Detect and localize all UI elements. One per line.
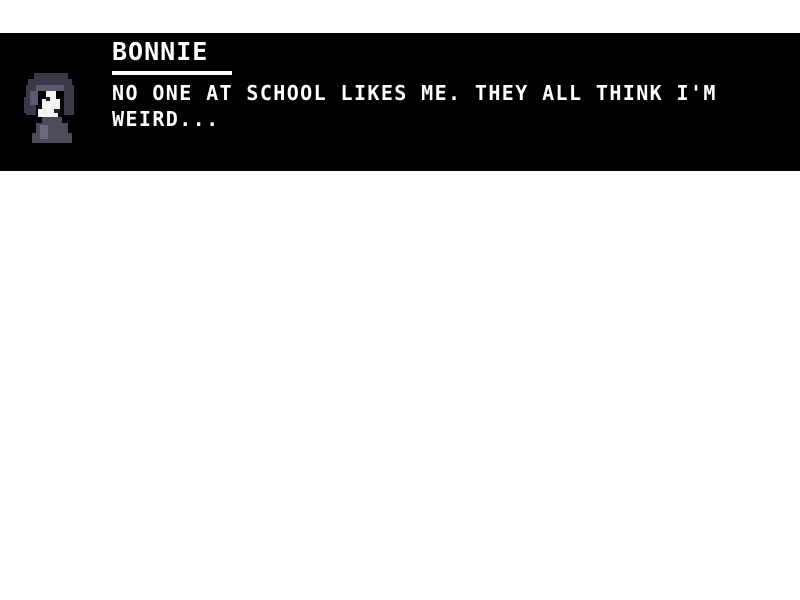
bonnie-portrait-icon <box>20 53 90 151</box>
dialog-text: NO ONE AT SCHOOL LIKES ME. THEY ALL THIN… <box>112 81 717 131</box>
speaker-name: BONNIE <box>112 37 209 66</box>
dialog-box[interactable]: BONNIE NO ONE AT SCHOOL LIKES ME. THEY A… <box>0 33 800 171</box>
game-screen[interactable]: BONNIE NO ONE AT SCHOOL LIKES ME. THEY A… <box>0 0 800 600</box>
name-underline <box>112 71 232 75</box>
